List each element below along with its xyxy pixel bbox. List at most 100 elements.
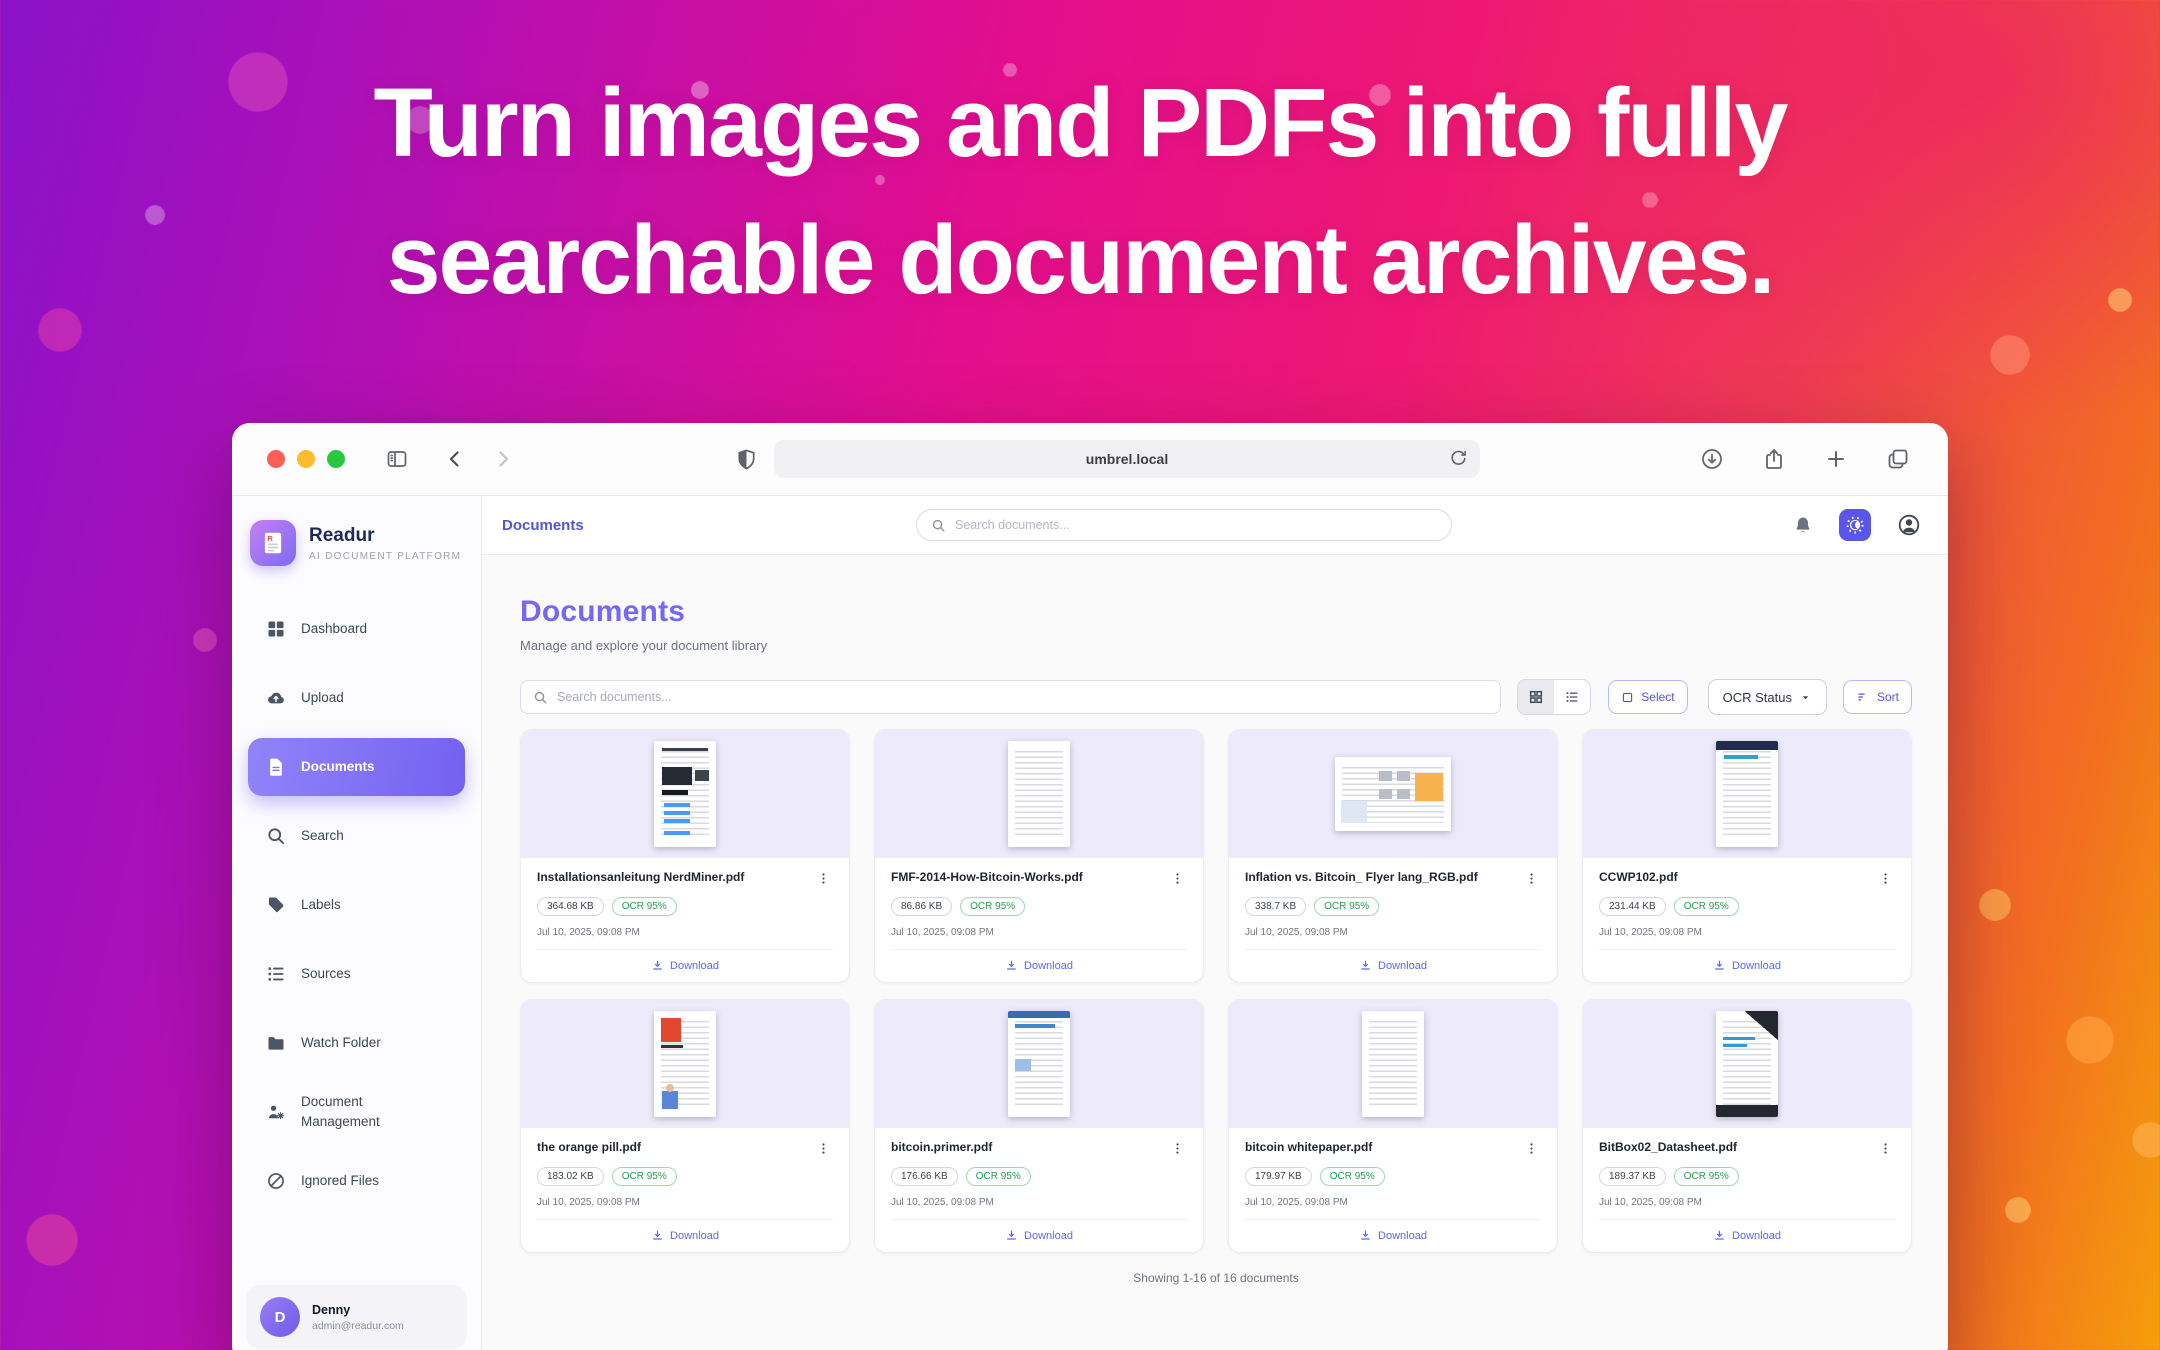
- download-icon: [651, 959, 664, 972]
- document-preview-page: [1362, 1011, 1424, 1117]
- url-zone: umbrel.local: [515, 440, 1700, 478]
- document-card[interactable]: the orange pill.pdf183.02 KBOCR 95%Jul 1…: [520, 999, 850, 1253]
- document-thumbnail: [875, 1000, 1203, 1128]
- ocr-status-badge: OCR 95%: [960, 897, 1025, 916]
- sidebar: R Readur AI DOCUMENT PLATFORM DashboardU…: [232, 496, 482, 1350]
- bell-icon[interactable]: [1793, 515, 1813, 535]
- browser-window: umbrel.local R: [232, 423, 1948, 1350]
- sidebar-item-dashboard[interactable]: Dashboard: [248, 600, 465, 658]
- logo-letter: R: [267, 534, 273, 543]
- upload-cloud-icon: [266, 688, 286, 708]
- sidebar-item-search[interactable]: Search: [248, 807, 465, 865]
- user-card[interactable]: D Denny admin@readur.com: [246, 1285, 467, 1349]
- kebab-menu-icon[interactable]: [814, 1140, 833, 1157]
- sidebar-item-ignored-files[interactable]: Ignored Files: [248, 1152, 465, 1210]
- file-size-badge: 231.44 KB: [1599, 897, 1666, 916]
- browser-toolbar: umbrel.local: [232, 423, 1948, 496]
- sidebar-item-label: Labels: [301, 895, 341, 915]
- document-thumbnail: [521, 730, 849, 858]
- document-title: FMF-2014-How-Bitcoin-Works.pdf: [891, 870, 1089, 886]
- theme-toggle-icon[interactable]: [1839, 509, 1871, 541]
- user-gear-icon: [266, 1102, 286, 1122]
- address-bar[interactable]: umbrel.local: [774, 440, 1480, 478]
- list-view-button[interactable]: [1554, 680, 1590, 714]
- sidebar-item-label: Ignored Files: [301, 1171, 379, 1191]
- download-button[interactable]: Download: [1359, 1229, 1427, 1242]
- sidebar-item-document-management[interactable]: Document Management: [248, 1083, 465, 1141]
- search-icon: [533, 690, 548, 705]
- kebab-menu-icon[interactable]: [814, 870, 833, 887]
- sort-button[interactable]: Sort: [1843, 680, 1912, 714]
- documents-page: Documents Manage and explore your docume…: [482, 555, 1948, 1350]
- document-preview-page: [1008, 741, 1070, 847]
- document-card[interactable]: BitBox02_Datasheet.pdf189.37 KBOCR 95%Ju…: [1582, 999, 1912, 1253]
- sidebar-item-documents[interactable]: Documents: [248, 738, 465, 796]
- document-preview-page: [1335, 757, 1451, 831]
- new-tab-icon[interactable]: [1824, 447, 1848, 471]
- sidebar-item-upload[interactable]: Upload: [248, 669, 465, 727]
- profile-icon[interactable]: [1897, 513, 1921, 537]
- download-icon: [1713, 959, 1726, 972]
- document-card[interactable]: bitcoin.primer.pdf176.66 KBOCR 95%Jul 10…: [874, 999, 1204, 1253]
- minimize-window-button[interactable]: [297, 450, 315, 468]
- document-card[interactable]: CCWP102.pdf231.44 KBOCR 95%Jul 10, 2025,…: [1582, 729, 1912, 983]
- documents-search[interactable]: [520, 680, 1501, 714]
- document-date: Jul 10, 2025, 09:08 PM: [1245, 1197, 1541, 1208]
- file-size-badge: 86.86 KB: [891, 897, 952, 916]
- back-icon[interactable]: [443, 447, 467, 471]
- document-card[interactable]: Installationsanleitung NerdMiner.pdf364.…: [520, 729, 850, 983]
- readur-logo-icon: R: [250, 520, 296, 566]
- topbar-search-input[interactable]: [955, 518, 1437, 532]
- download-button[interactable]: Download: [1005, 959, 1073, 972]
- file-size-badge: 183.02 KB: [537, 1167, 604, 1186]
- document-card[interactable]: Inflation vs. Bitcoin_ Flyer lang_RGB.pd…: [1228, 729, 1558, 983]
- download-button[interactable]: Download: [1713, 959, 1781, 972]
- topbar-search[interactable]: [916, 509, 1452, 541]
- document-card[interactable]: bitcoin whitepaper.pdf179.97 KBOCR 95%Ju…: [1228, 999, 1558, 1253]
- download-button[interactable]: Download: [651, 1229, 719, 1242]
- kebab-menu-icon[interactable]: [1168, 1140, 1187, 1157]
- ocr-status-label: OCR Status: [1723, 690, 1792, 705]
- documents-search-input[interactable]: [557, 690, 1488, 704]
- ocr-status-dropdown[interactable]: OCR Status: [1708, 679, 1827, 715]
- download-icon: [1359, 959, 1372, 972]
- documents-toolbar: Select OCR Status Sort: [520, 679, 1912, 715]
- sidebar-item-label: Dashboard: [301, 619, 367, 639]
- download-button[interactable]: Download: [651, 959, 719, 972]
- download-button[interactable]: Download: [1359, 959, 1427, 972]
- file-size-badge: 189.37 KB: [1599, 1167, 1666, 1186]
- forward-icon[interactable]: [491, 447, 515, 471]
- select-button[interactable]: Select: [1608, 680, 1687, 714]
- tab-overview-icon[interactable]: [1886, 447, 1910, 471]
- ocr-status-badge: OCR 95%: [1320, 1167, 1385, 1186]
- breadcrumb[interactable]: Documents: [502, 517, 584, 534]
- kebab-menu-icon[interactable]: [1168, 870, 1187, 887]
- ocr-status-badge: OCR 95%: [966, 1167, 1031, 1186]
- document-preview-page: [654, 741, 716, 847]
- document-card[interactable]: FMF-2014-How-Bitcoin-Works.pdf 86.86 KB OC…: [874, 729, 1204, 983]
- slash-circle-icon: [266, 1171, 286, 1191]
- share-icon[interactable]: [1762, 447, 1786, 471]
- download-button[interactable]: Download: [1713, 1229, 1781, 1242]
- documents-grid: Installationsanleitung NerdMiner.pdf364.…: [520, 729, 1912, 1253]
- sidebar-item-label: Watch Folder: [301, 1033, 381, 1053]
- sidebar-item-watch-folder[interactable]: Watch Folder: [248, 1014, 465, 1072]
- kebab-menu-icon[interactable]: [1876, 870, 1895, 887]
- sidebar-toggle-icon[interactable]: [385, 447, 409, 471]
- zoom-window-button[interactable]: [327, 450, 345, 468]
- sidebar-item-labels[interactable]: Labels: [248, 876, 465, 934]
- sidebar-item-sources[interactable]: Sources: [248, 945, 465, 1003]
- close-window-button[interactable]: [267, 450, 285, 468]
- sort-icon: [1856, 690, 1870, 704]
- kebab-menu-icon[interactable]: [1522, 870, 1541, 887]
- shield-icon[interactable]: [735, 448, 758, 471]
- reload-icon[interactable]: [1448, 448, 1469, 469]
- grid-view-button[interactable]: [1518, 680, 1554, 714]
- ocr-status-badge: OCR 95%: [612, 897, 677, 916]
- folder-icon: [266, 1033, 286, 1053]
- download-button[interactable]: Download: [1005, 1229, 1073, 1242]
- kebab-menu-icon[interactable]: [1876, 1140, 1895, 1157]
- sidebar-item-label: Search: [301, 826, 344, 846]
- kebab-menu-icon[interactable]: [1522, 1140, 1541, 1157]
- downloads-icon[interactable]: [1700, 447, 1724, 471]
